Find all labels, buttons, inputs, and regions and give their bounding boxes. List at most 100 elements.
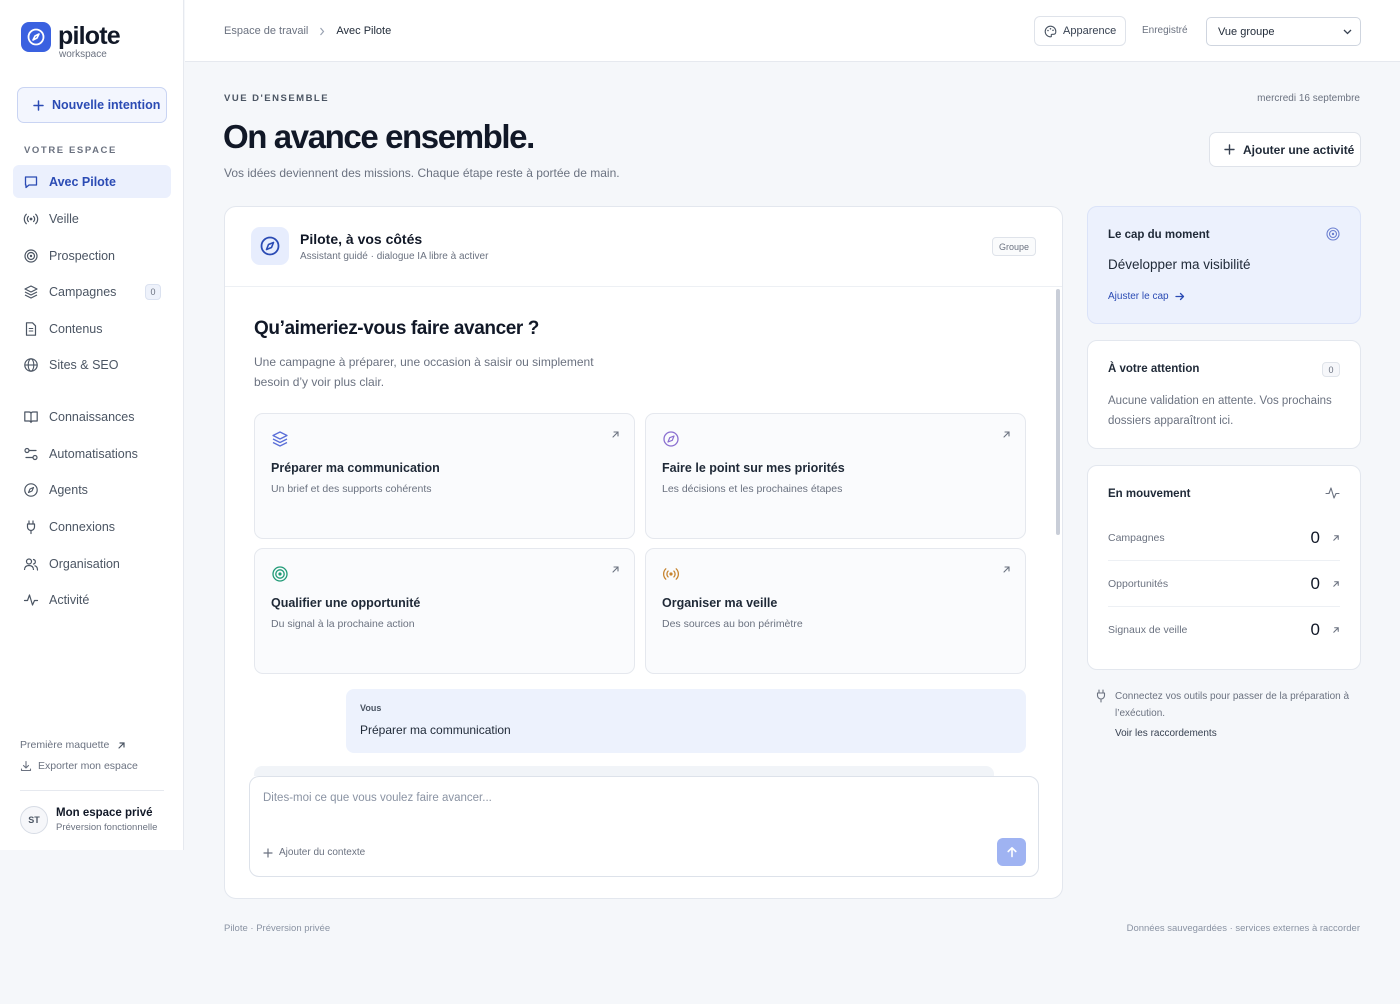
user-name: Mon espace privé [56, 807, 153, 819]
user-subtitle: Préversion fonctionnelle [56, 822, 158, 833]
group-badge: Groupe [991, 237, 1036, 256]
plug-icon [1095, 689, 1107, 703]
cap-value: Développer ma visibilité [1108, 257, 1251, 272]
assistant-header: Pilote, à vos côtés Assistant guidé · di… [225, 207, 1062, 287]
arrow-up-right-icon [1332, 626, 1340, 634]
sidebar-item-connexions[interactable]: Connexions [13, 510, 171, 543]
adjust-cap-label: Ajuster le cap [1108, 291, 1169, 302]
eyebrow: VUE D'ENSEMBLE [224, 93, 330, 104]
sidebar-item-label: Organisation [49, 556, 120, 571]
sidebar-item-label: Contenus [49, 321, 103, 336]
export-space-label: Exporter mon espace [38, 760, 138, 772]
user-profile[interactable]: ST Mon espace privé Préversion fonctionn… [20, 806, 157, 834]
target-icon [271, 565, 289, 583]
appearance-button[interactable]: Apparence [1034, 16, 1126, 46]
suggestion-title: Faire le point sur mes priorités [662, 461, 845, 475]
sidebar-item-label: Activité [49, 592, 90, 607]
add-activity-button[interactable]: Ajouter une activité [1209, 132, 1361, 167]
sidebar-item-label: Prospection [49, 248, 116, 263]
question-title: Qu’aimeriez-vous faire avancer ? [254, 318, 539, 339]
send-button[interactable] [997, 838, 1026, 866]
section-label: VOTRE ESPACE [24, 145, 117, 156]
arrow-up-right-icon [1002, 565, 1011, 574]
sidebar-item-connaissances[interactable]: Connaissances [13, 400, 171, 433]
sidebar-item-veille[interactable]: Veille [13, 202, 171, 235]
brand-name: pilote [58, 22, 121, 50]
add-context-button[interactable]: Ajouter du contexte [263, 847, 365, 858]
sidebar-item-activite[interactable]: Activité [13, 583, 171, 616]
suggestion-title: Organiser ma veille [662, 596, 778, 610]
sidebar-item-label: Connaissances [49, 409, 135, 424]
sidebar-item-agents[interactable]: Agents [13, 473, 171, 506]
new-intention-button[interactable]: Nouvelle intention [17, 87, 167, 123]
chat-icon [23, 174, 39, 190]
movement-label: Campagnes [1108, 531, 1165, 544]
compass-logo-icon [21, 22, 51, 52]
view-select[interactable]: Vue groupe [1206, 17, 1361, 46]
plus-icon [263, 847, 273, 858]
suggestion-card-priorities[interactable]: Faire le point sur mes priorités Les déc… [645, 413, 1026, 539]
footer-right: Données sauvegardées · services externes… [1126, 923, 1360, 934]
layers-icon [271, 430, 289, 448]
arrow-up-right-icon [1332, 580, 1340, 588]
sidebar-divider [20, 790, 164, 791]
sidebar-item-label: Campagnes [49, 284, 117, 299]
suggestion-card-opportunity[interactable]: Qualifier une opportunité Du signal à la… [254, 548, 635, 674]
broadcast-icon [662, 565, 680, 583]
layers-icon [23, 284, 39, 300]
sidebar-item-campagnes[interactable]: Campagnes 0 [13, 275, 171, 308]
breadcrumb: Espace de travail Avec Pilote [224, 25, 391, 37]
suggestion-title: Préparer ma communication [271, 461, 440, 475]
attention-text: Aucune validation en attente. Vos procha… [1108, 395, 1332, 427]
compass-icon [251, 227, 289, 265]
view-select-value: Vue groupe [1218, 25, 1275, 38]
arrow-up-right-icon [1002, 430, 1011, 439]
first-mockup-link[interactable]: Première maquette [20, 739, 126, 751]
sidebar-item-contenus[interactable]: Contenus [13, 312, 171, 345]
footer-left: Pilote · Préversion privée [224, 923, 331, 934]
suggestion-title: Qualifier une opportunité [271, 596, 421, 610]
sidebar-item-sites-seo[interactable]: Sites & SEO [13, 348, 171, 381]
adjust-cap-link[interactable]: Ajuster le cap [1108, 291, 1185, 302]
movement-row-opportunities[interactable]: Opportunités 0 [1108, 561, 1340, 607]
movement-row-campaigns[interactable]: Campagnes 0 [1108, 515, 1340, 561]
sidebar-item-automatisations[interactable]: Automatisations [13, 437, 171, 470]
arrow-up-right-icon [1332, 534, 1340, 542]
plug-icon [23, 519, 39, 535]
composer-input[interactable]: Dites-moi ce que vous voulez faire avanc… [263, 792, 492, 804]
suggestion-card-watch[interactable]: Organiser ma veille Des sources au bon p… [645, 548, 1026, 674]
export-space-link[interactable]: Exporter mon espace [20, 760, 138, 772]
topbar: Espace de travail Avec Pilote Apparence … [185, 0, 1400, 62]
campaigns-count-badge: 0 [145, 284, 161, 300]
movement-value: 0 [1310, 620, 1320, 639]
target-icon [23, 248, 39, 264]
assistant-title: Pilote, à vos côtés [300, 231, 423, 247]
cap-title: Le cap du moment [1108, 229, 1210, 241]
movement-row-signals[interactable]: Signaux de veille 0 [1108, 607, 1340, 653]
activity-icon [23, 592, 39, 608]
question-subtitle: Une campagne à préparer, une occasion à … [254, 355, 594, 389]
brand[interactable]: pilote workspace [21, 22, 121, 60]
users-icon [23, 556, 39, 572]
avatar: ST [20, 806, 48, 834]
attention-card: À votre attention 0 Aucune validation en… [1087, 340, 1361, 449]
page-subtitle: Vos idées deviennent des missions. Chaqu… [224, 166, 620, 180]
saved-status: Enregistré [1142, 25, 1188, 36]
scrollbar[interactable] [1056, 289, 1060, 535]
broadcast-icon [23, 211, 39, 227]
suggestion-card-communication[interactable]: Préparer ma communication Un brief et de… [254, 413, 635, 539]
movement-label: Opportunités [1108, 577, 1169, 590]
message-composer[interactable]: Dites-moi ce que vous voulez faire avanc… [249, 776, 1039, 877]
sidebar-item-prospection[interactable]: Prospection [13, 239, 171, 272]
sidebar-item-label: Agents [49, 482, 88, 497]
add-context-label: Ajouter du contexte [279, 847, 366, 858]
plus-icon [33, 99, 44, 111]
connections-link[interactable]: Voir les raccordements [1115, 728, 1217, 739]
user-message: Vous Préparer ma communication [346, 689, 1026, 753]
sidebar-item-organisation[interactable]: Organisation [13, 547, 171, 580]
breadcrumb-workspace[interactable]: Espace de travail [224, 25, 308, 37]
sidebar-item-avec-pilote[interactable]: Avec Pilote [13, 165, 171, 198]
suggestion-desc: Un brief et des supports cohérents [271, 483, 432, 495]
suggestion-desc: Les décisions et les prochaines étapes [662, 483, 843, 495]
new-intention-label: Nouvelle intention [52, 98, 161, 112]
